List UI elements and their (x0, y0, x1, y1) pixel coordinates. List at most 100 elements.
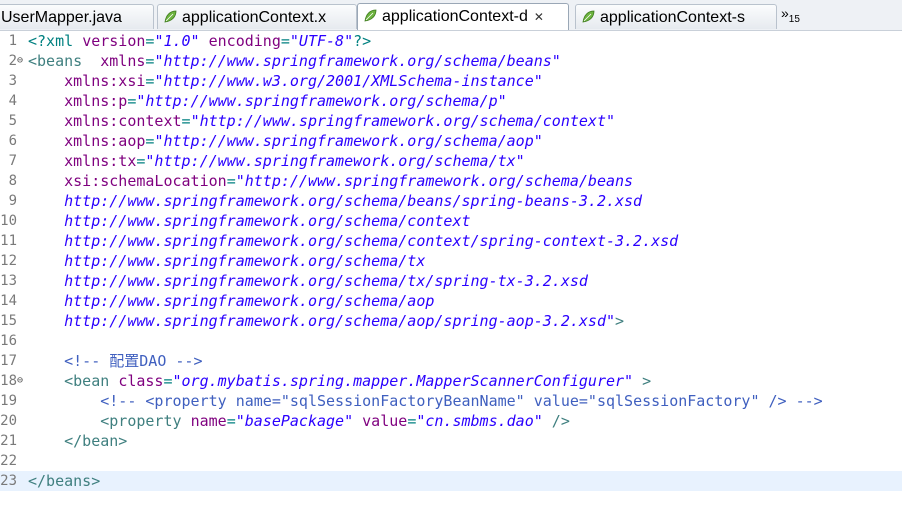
code-line[interactable]: 12 http://www.springframework.org/schema… (0, 251, 902, 271)
code-text: http://www.springframework.org/schema/tx (28, 251, 425, 271)
tab-applicationcontext-x[interactable]: applicationContext.x (157, 4, 357, 29)
tab-label: applicationContext.x (182, 9, 327, 26)
code-text: http://www.springframework.org/schema/be… (28, 191, 642, 211)
code-token: /> (542, 412, 570, 430)
code-line[interactable]: 18 ⊖ <bean class="org.mybatis.spring.mapp… (0, 371, 902, 391)
code-token: <!-- <property name="sqlSessionFactoryBe… (100, 392, 823, 410)
code-token: version (82, 32, 146, 50)
line-number: 4 (8, 93, 17, 109)
code-text: http://www.springframework.org/schema/co… (28, 211, 471, 231)
overflow-count: 15 (788, 13, 800, 25)
code-line[interactable]: 11 http://www.springframework.org/schema… (0, 231, 902, 251)
code-line[interactable]: 8 xsi:schemaLocation="http://www.springf… (0, 171, 902, 191)
line-number: 15 (0, 313, 17, 329)
code-token: xmlns:context (64, 112, 182, 130)
code-token: > (615, 312, 625, 330)
code-line[interactable]: 14 http://www.springframework.org/schema… (0, 291, 902, 311)
code-text: <!-- <property name="sqlSessionFactoryBe… (28, 391, 823, 411)
code-token: "cn.smbms.dao" (416, 412, 543, 430)
code-line[interactable]: 5 xmlns:context="http://www.springframew… (0, 111, 902, 131)
code-line[interactable]: 16 (0, 331, 902, 351)
tab-applicationcontext-s[interactable]: applicationContext-s (575, 4, 777, 29)
code-text: <!-- 配置DAO --> (28, 351, 202, 371)
code-token: = (280, 32, 290, 50)
code-line[interactable]: 21 </bean> (0, 431, 902, 451)
line-number: 21 (0, 433, 17, 449)
code-token: "http://www.springframework.org/schema/p… (136, 92, 507, 110)
code-token: xmlns:aop (64, 132, 146, 150)
line-number: 23 (0, 473, 17, 489)
tab-overflow-button[interactable]: »15 (781, 5, 800, 25)
code-token: http://www.springframework.org/schema/co… (28, 212, 471, 230)
code-line[interactable]: 20 <property name="basePackage" value="c… (0, 411, 902, 431)
code-text: <?xml version="1.0" encoding="UTF-8"?> (28, 31, 371, 51)
code-token: "http://www.springframework.org/schema/a… (154, 132, 543, 150)
code-line[interactable]: 6 xmlns:aop="http://www.springframework.… (0, 131, 902, 151)
code-line[interactable]: 7 xmlns:tx="http://www.springframework.o… (0, 151, 902, 171)
tab-usermapper-java[interactable]: UserMapper.java (0, 4, 154, 29)
code-token: "http://www.w3.org/2001/XMLSchema-instan… (154, 72, 543, 90)
spring-leaf-icon (582, 10, 595, 23)
editor-tab-bar: UserMapper.java applicationContext.x app… (0, 0, 902, 31)
code-token: <property (100, 412, 191, 430)
xml-editor[interactable]: 1 <?xml version="1.0" encoding="UTF-8"?> 2… (0, 31, 902, 514)
code-line[interactable]: 22 (0, 451, 902, 471)
code-token: "UTF-8" (289, 32, 354, 50)
code-token: encoding (208, 32, 281, 50)
tab-label: applicationContext-s (600, 9, 745, 26)
code-text: </beans> (28, 471, 100, 491)
code-text: http://www.springframework.org/schema/ao… (28, 311, 624, 331)
code-line[interactable]: 1 <?xml version="1.0" encoding="UTF-8"?> (0, 31, 902, 51)
close-icon[interactable]: ✕ (534, 10, 544, 24)
code-text: http://www.springframework.org/schema/tx… (28, 271, 588, 291)
line-number: 6 (8, 133, 17, 149)
tab-applicationcontext-d[interactable]: applicationContext-d ✕ (357, 3, 569, 30)
line-number: 14 (0, 293, 17, 309)
code-token: "http://www.springframework.org/schema/b… (235, 172, 634, 190)
code-token: class (118, 372, 164, 390)
line-number: 2 (8, 53, 17, 69)
code-token: "http://www.springframework.org/schema/t… (145, 152, 525, 170)
code-line[interactable]: 19 <!-- <property name="sqlSessionFactor… (0, 391, 902, 411)
line-number: 11 (0, 233, 17, 249)
code-text: xmlns:tx="http://www.springframework.org… (28, 151, 525, 171)
code-token: <beans (28, 52, 83, 70)
code-token: = (407, 412, 417, 430)
fold-toggle-icon[interactable]: ⊖ (17, 51, 23, 71)
code-token: http://www.springframework.org/schema/ao… (28, 312, 615, 330)
tab-label: applicationContext-d (382, 8, 528, 25)
line-number: 13 (0, 273, 17, 289)
code-token: </beans> (28, 472, 101, 490)
code-line[interactable]: 3 xmlns:xsi="http://www.w3.org/2001/XMLS… (0, 71, 902, 91)
code-token: "http://www.springframework.org/schema/c… (190, 112, 616, 130)
code-line[interactable]: 4 xmlns:p="http://www.springframework.or… (0, 91, 902, 111)
code-token: http://www.springframework.org/schema/tx (28, 252, 426, 270)
code-text: xsi:schemaLocation="http://www.springfra… (28, 171, 633, 191)
line-number: 8 (8, 173, 17, 189)
code-token: "http://www.springframework.org/schema/b… (154, 52, 561, 70)
code-line[interactable]: 2 ⊖ <beans xmlns="http://www.springframewo… (0, 51, 902, 71)
fold-toggle-icon[interactable]: ⊖ (17, 371, 23, 391)
spring-leaf-icon (164, 10, 177, 23)
code-line[interactable]: 23 </beans> (0, 471, 902, 491)
code-token: = (226, 412, 236, 430)
code-token: http://www.springframework.org/schema/be… (28, 192, 643, 210)
code-line[interactable]: 10 http://www.springframework.org/schema… (0, 211, 902, 231)
code-line[interactable]: 17 <!-- 配置DAO --> (0, 351, 902, 371)
code-line[interactable]: 13 http://www.springframework.org/schema… (0, 271, 902, 291)
code-text: <property name="basePackage" value="cn.s… (28, 411, 570, 431)
code-line[interactable]: 15 http://www.springframework.org/schema… (0, 311, 902, 331)
spring-leaf-icon (364, 9, 377, 22)
line-number: 7 (8, 153, 17, 169)
code-text: http://www.springframework.org/schema/co… (28, 231, 678, 251)
code-token: </bean> (64, 432, 128, 450)
code-token: xmlns:p (64, 92, 128, 110)
code-token: "basePackage" (235, 412, 354, 430)
code-line[interactable]: 9 http://www.springframework.org/schema/… (0, 191, 902, 211)
